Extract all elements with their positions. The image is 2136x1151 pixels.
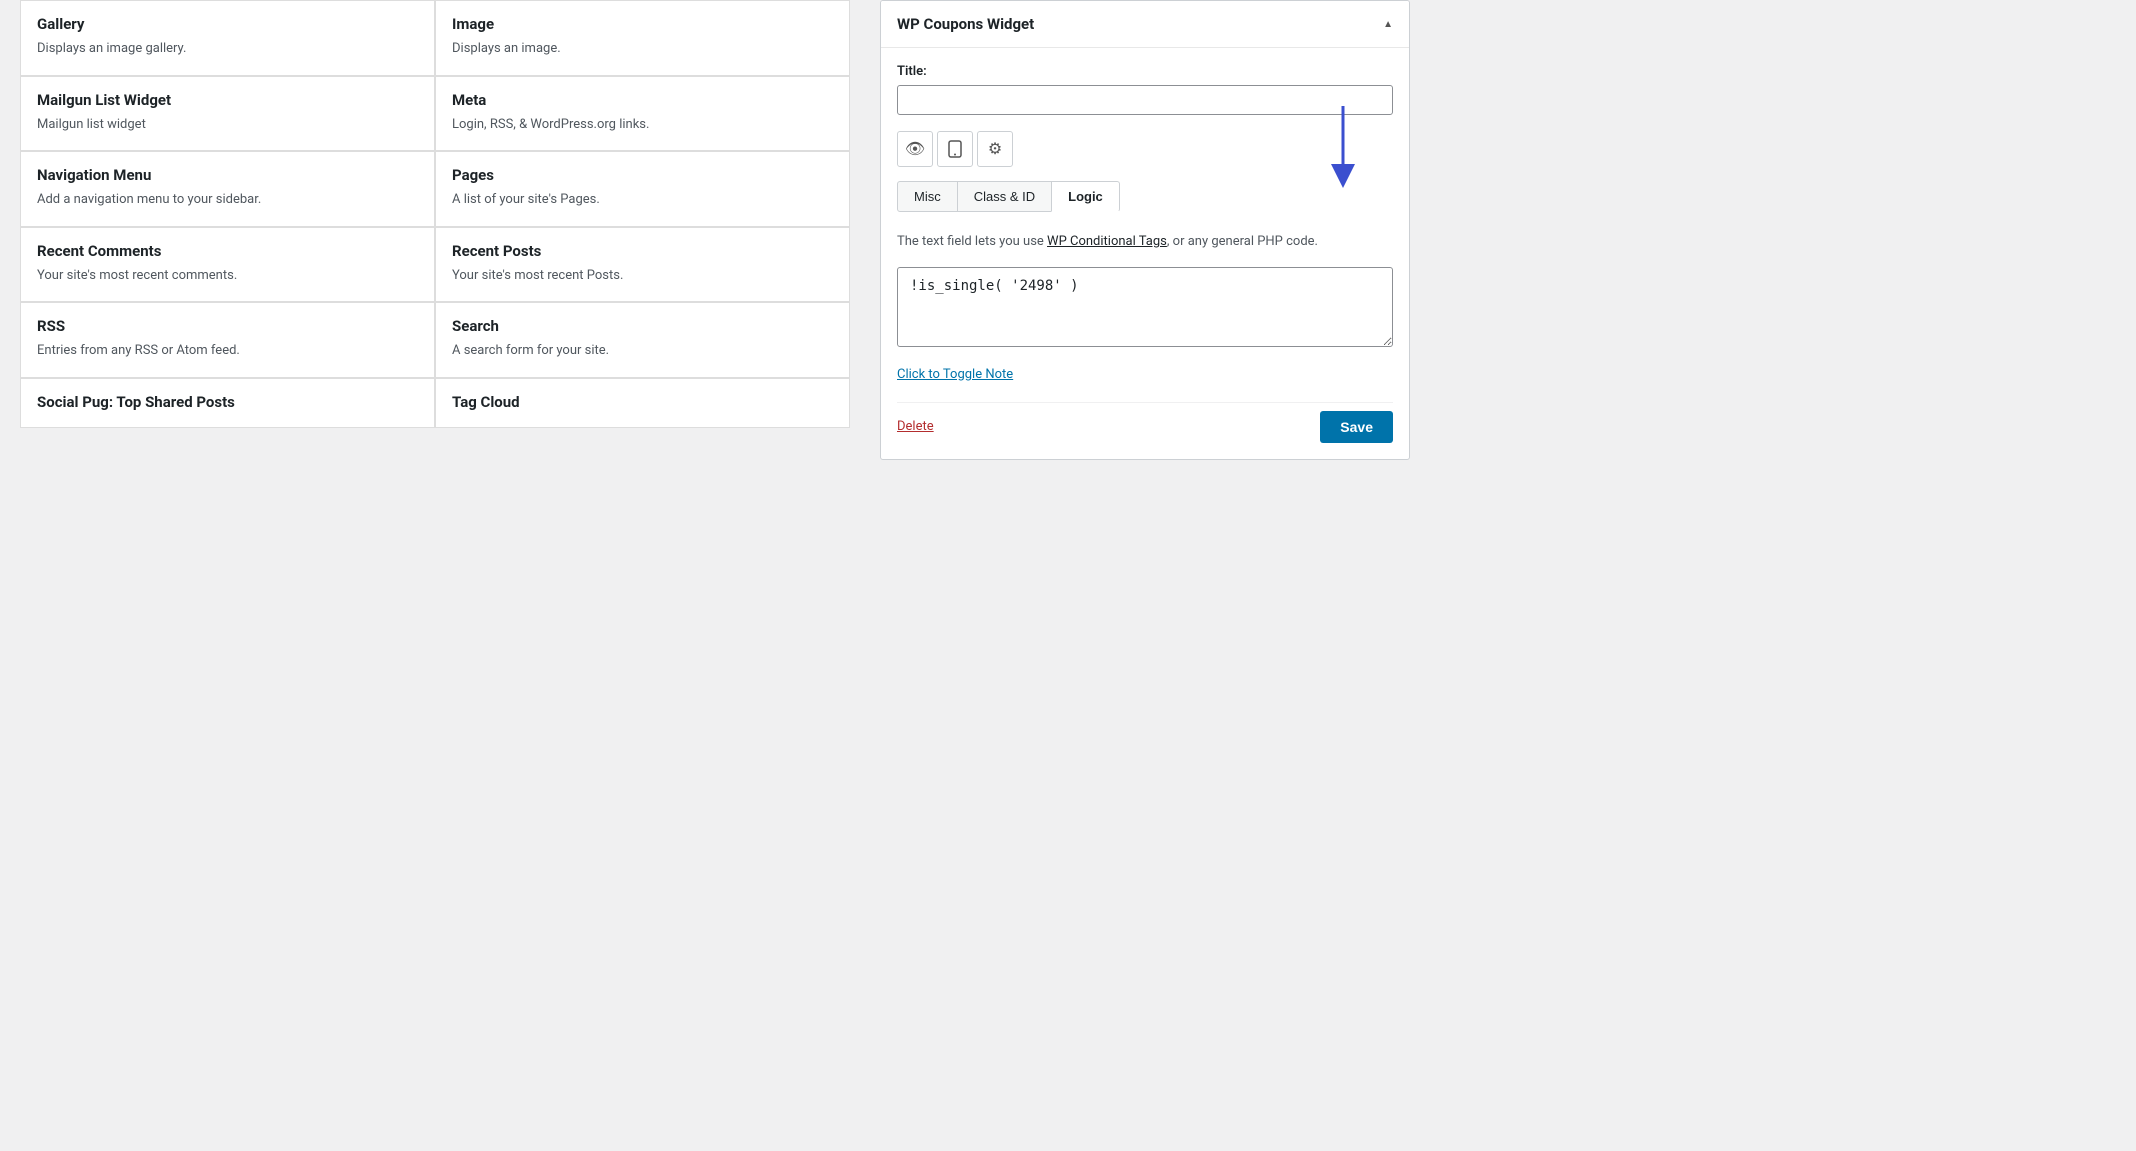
save-button[interactable]: Save <box>1320 411 1393 443</box>
widget-card-desc: Add a navigation menu to your sidebar. <box>37 190 418 210</box>
widget-card-title: Meta <box>452 91 833 109</box>
wp-conditional-tags-link[interactable]: WP Conditional Tags <box>1047 234 1167 249</box>
widget-card-desc: Your site's most recent Posts. <box>452 266 833 286</box>
widget-card: Meta Login, RSS, & WordPress.org links. <box>435 76 850 152</box>
widget-title: WP Coupons Widget <box>897 15 1034 33</box>
widget-card: Gallery Displays an image gallery. <box>20 0 435 76</box>
widget-card: Search A search form for your site. <box>435 302 850 378</box>
widget-card-desc: A list of your site's Pages. <box>452 190 833 210</box>
widget-card: Social Pug: Top Shared Posts <box>20 378 435 428</box>
widget-card-title: Navigation Menu <box>37 166 418 184</box>
logic-textarea[interactable] <box>897 267 1393 347</box>
tab-logic[interactable]: Logic <box>1051 181 1120 212</box>
widget-card-title: Pages <box>452 166 833 184</box>
delete-link[interactable]: Delete <box>897 419 934 434</box>
widget-card: RSS Entries from any RSS or Atom feed. <box>20 302 435 378</box>
widget-card: Image Displays an image. <box>435 0 850 76</box>
logic-desc-end: , or any general PHP code. <box>1167 234 1318 249</box>
widget-box: WP Coupons Widget ▲ Title: 👁 ⚙ <box>880 0 1410 460</box>
widget-card: Mailgun List Widget Mailgun list widget <box>20 76 435 152</box>
widget-card-title: Mailgun List Widget <box>37 91 418 109</box>
widget-footer: Delete Save <box>897 402 1393 443</box>
widget-card: Navigation Menu Add a navigation menu to … <box>20 151 435 227</box>
right-settings-panel: WP Coupons Widget ▲ Title: 👁 ⚙ <box>870 0 1430 1151</box>
tab-misc[interactable]: Misc <box>897 181 958 212</box>
widget-card-desc: A search form for your site. <box>452 341 833 361</box>
widget-card-desc: Login, RSS, & WordPress.org links. <box>452 115 833 135</box>
widget-box-body: Title: 👁 ⚙ <box>881 48 1409 459</box>
widget-card-title: RSS <box>37 317 418 335</box>
widget-card-title: Social Pug: Top Shared Posts <box>37 393 418 411</box>
logic-description: The text field lets you use WP Condition… <box>897 232 1393 253</box>
collapse-icon[interactable]: ▲ <box>1383 19 1393 30</box>
title-input[interactable] <box>897 85 1393 115</box>
widget-card-desc: Mailgun list widget <box>37 115 418 135</box>
eye-button[interactable]: 👁 <box>897 131 933 167</box>
widget-card-title: Recent Comments <box>37 242 418 260</box>
tab-row: Misc Class & ID Logic <box>897 181 1393 212</box>
widget-card-desc: Entries from any RSS or Atom feed. <box>37 341 418 361</box>
widget-card: Recent Posts Your site's most recent Post… <box>435 227 850 303</box>
widget-card-title: Search <box>452 317 833 335</box>
widget-box-header: WP Coupons Widget ▲ <box>881 1 1409 48</box>
widget-card-title: Gallery <box>37 15 418 33</box>
tab-section: Misc Class & ID Logic <box>897 181 1393 212</box>
widget-list-panel: Gallery Displays an image gallery. Image Di… <box>0 0 870 1151</box>
widget-card-title: Recent Posts <box>452 242 833 260</box>
tab-class-id[interactable]: Class & ID <box>957 181 1052 212</box>
toggle-note-link[interactable]: Click to Toggle Note <box>897 367 1393 382</box>
widget-card-desc: Your site's most recent comments. <box>37 266 418 286</box>
logic-desc-start: The text field lets you use <box>897 234 1047 249</box>
widget-card: Tag Cloud <box>435 378 850 428</box>
icon-row: 👁 ⚙ <box>897 131 1393 167</box>
widget-card-desc: Displays an image. <box>452 39 833 59</box>
widget-grid: Gallery Displays an image gallery. Image Di… <box>20 0 850 428</box>
widget-card: Pages A list of your site's Pages. <box>435 151 850 227</box>
logic-tab-content: The text field lets you use WP Condition… <box>897 232 1393 443</box>
title-label: Title: <box>897 64 1393 79</box>
widget-card-title: Image <box>452 15 833 33</box>
mobile-button[interactable] <box>937 131 973 167</box>
widget-card-title: Tag Cloud <box>452 393 833 411</box>
widget-card: Recent Comments Your site's most recent c… <box>20 227 435 303</box>
gear-button[interactable]: ⚙ <box>977 131 1013 167</box>
widget-card-desc: Displays an image gallery. <box>37 39 418 59</box>
